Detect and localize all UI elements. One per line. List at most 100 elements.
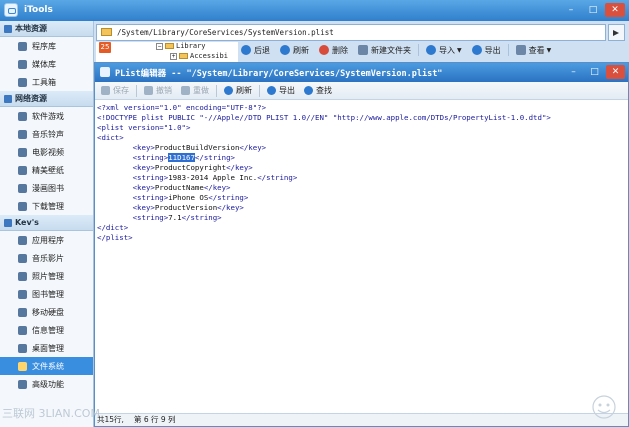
music-icon	[18, 129, 27, 139]
sidebar-item[interactable]: 音乐影片	[0, 249, 93, 267]
delete-button[interactable]: 删除	[316, 43, 351, 57]
sidebar-item[interactable]: 下载管理	[0, 197, 93, 215]
chevron-down-icon: ▼	[546, 46, 552, 54]
media-icon	[18, 59, 27, 69]
back-icon	[241, 45, 251, 55]
refresh-button[interactable]: 刷新	[277, 43, 312, 57]
code-line: <?xml version="1.0" encoding="UTF-8"?>	[97, 103, 267, 112]
sidebar-item[interactable]: 程序库	[0, 37, 93, 55]
sidebar-item[interactable]: 媒体库	[0, 55, 93, 73]
tree-item-accessibility[interactable]: + Accessibi	[170, 52, 228, 60]
sidebar-item-label: 音乐影片	[32, 253, 64, 263]
section-title: 网络资源	[15, 94, 47, 103]
export-button[interactable]: 导出	[469, 43, 504, 57]
drive-icon	[18, 307, 27, 317]
editor-close-button[interactable]: ✕	[606, 65, 625, 79]
code-line: <key>ProductVersion</key>	[132, 203, 244, 212]
section-icon	[4, 218, 12, 227]
sidebar-item[interactable]: 软件游戏	[0, 107, 93, 125]
tools-icon	[18, 77, 27, 87]
sidebar-item[interactable]: 电影视频	[0, 143, 93, 161]
sidebar-item[interactable]: 精美壁纸	[0, 161, 93, 179]
new-folder-icon	[358, 45, 368, 55]
minimize-button[interactable]: –	[561, 3, 581, 17]
folder-icon	[165, 43, 174, 49]
sidebar-item[interactable]: 信息管理	[0, 321, 93, 339]
folder-icon	[179, 53, 188, 59]
path-input[interactable]: /System/Library/CoreServices/SystemVersi…	[96, 24, 606, 41]
video-icon	[18, 147, 27, 157]
undo-button[interactable]: 撤销	[142, 84, 174, 98]
redo-button[interactable]: 重做	[179, 84, 211, 98]
sidebar-item[interactable]: 图书管理	[0, 285, 93, 303]
plist-editor-window: PList编辑器 -- "/System/Library/CoreService…	[94, 62, 629, 427]
code-line: <key>ProductName</key>	[132, 183, 231, 192]
maximize-button[interactable]: □	[583, 3, 603, 17]
sidebar-section-header[interactable]: Kev's	[0, 215, 93, 231]
sidebar-item[interactable]: 应用程序	[0, 231, 93, 249]
go-button[interactable]	[608, 24, 625, 41]
sidebar-item[interactable]: 音乐铃声	[0, 125, 93, 143]
calendar-badge-icon: 25	[99, 42, 111, 53]
export-icon	[267, 86, 276, 95]
code-line: <string>1983-2014 Apple Inc.</string>	[132, 173, 298, 182]
close-button[interactable]: ✕	[605, 3, 625, 17]
folder-icon	[18, 361, 27, 371]
view-button[interactable]: 查看 ▼	[513, 43, 555, 57]
sidebar-section-header[interactable]: 本地资源	[0, 21, 93, 37]
sidebar-item-label: 文件系统	[32, 361, 64, 371]
section-icon	[4, 94, 12, 103]
watermark-logo-icon	[592, 395, 616, 419]
tree-item-library[interactable]: − Library	[156, 42, 206, 50]
code-line: <!DOCTYPE plist PUBLIC "-//Apple//DTD PL…	[97, 113, 551, 122]
editor-minimize-button[interactable]: –	[564, 65, 583, 79]
find-button[interactable]: 查找	[302, 84, 334, 98]
sidebar-item[interactable]: 漫画图书	[0, 179, 93, 197]
back-button[interactable]: 后退	[238, 43, 273, 57]
message-icon	[18, 325, 27, 335]
sidebar-item[interactable]: 照片管理	[0, 267, 93, 285]
photo-icon	[18, 271, 27, 281]
editor-export-button[interactable]: 导出	[265, 84, 297, 98]
editor-refresh-button[interactable]: 刷新	[222, 84, 254, 98]
sidebar-item-label: 移动硬盘	[32, 307, 64, 317]
cursor-position: 第 6 行 9 列	[133, 415, 176, 424]
export-icon	[471, 45, 482, 55]
code-line: <plist version="1.0">	[97, 123, 191, 132]
import-icon	[426, 45, 436, 55]
search-icon	[304, 86, 313, 95]
selected-text: 11D167	[168, 153, 195, 162]
wallpaper-icon	[18, 165, 27, 175]
editor-titlebar[interactable]: PList编辑器 -- "/System/Library/CoreService…	[95, 63, 628, 82]
editor-window-controls: – □ ✕	[564, 65, 625, 79]
status-bar: 共15行, 第 6 行 9 列	[95, 413, 628, 426]
editor-maximize-button[interactable]: □	[585, 65, 604, 79]
music-video-icon	[18, 253, 27, 263]
sidebar-item-label: 软件游戏	[32, 111, 64, 121]
sidebar-item[interactable]: 移动硬盘	[0, 303, 93, 321]
save-button[interactable]: 保存	[99, 84, 131, 98]
new-folder-button[interactable]: 新建文件夹	[355, 43, 414, 57]
sidebar-item-label: 工具箱	[32, 77, 56, 87]
advanced-icon	[18, 379, 27, 389]
refresh-icon	[280, 45, 290, 55]
download-icon	[18, 201, 27, 211]
import-button[interactable]: 导入 ▼	[423, 43, 465, 57]
code-line: </dict>	[97, 223, 129, 232]
expand-icon[interactable]: +	[170, 53, 177, 60]
sidebar-item-label: 精美壁纸	[32, 165, 64, 175]
section-icon	[4, 24, 12, 33]
sidebar-section-header[interactable]: 网络资源	[0, 91, 93, 107]
sidebar-item[interactable]: 高级功能	[0, 375, 93, 393]
toolbar-divider	[418, 44, 419, 56]
toolbar-divider	[136, 84, 137, 97]
sidebar-item[interactable]: 工具箱	[0, 73, 93, 91]
section-title: Kev's	[15, 218, 39, 227]
sidebar-item[interactable]: 桌面管理	[0, 339, 93, 357]
sidebar-item-label: 照片管理	[32, 271, 64, 281]
comic-icon	[18, 183, 27, 193]
collapse-icon[interactable]: −	[156, 43, 163, 50]
code-editor[interactable]: <?xml version="1.0" encoding="UTF-8"?> <!…	[97, 103, 627, 413]
sidebar-item[interactable]: 文件系统	[0, 357, 93, 375]
toolbar-divider	[259, 84, 260, 97]
